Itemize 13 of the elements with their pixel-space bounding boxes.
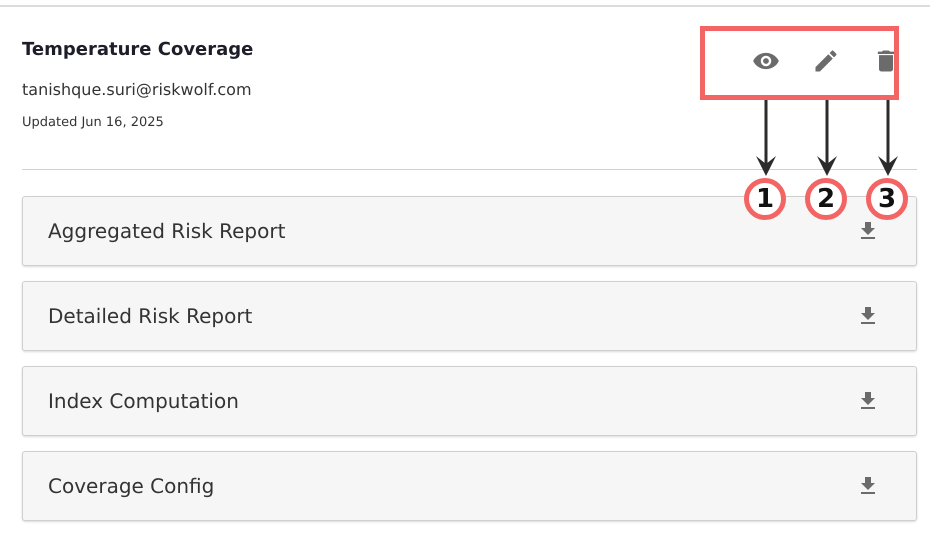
- callout-number: 2: [805, 178, 847, 220]
- report-row[interactable]: Detailed Risk Report: [22, 281, 917, 351]
- updated-date: Updated Jun 16, 2025: [22, 115, 165, 130]
- callout-number: 3: [866, 178, 908, 220]
- card-title: Temperature Coverage: [22, 39, 254, 60]
- report-name: Index Computation: [48, 389, 239, 413]
- report-name: Coverage Config: [48, 474, 214, 498]
- owner-email: tanishque.suri@riskwolf.com: [22, 80, 253, 99]
- report-row[interactable]: Coverage Config: [22, 451, 917, 521]
- report-name: Detailed Risk Report: [48, 304, 252, 328]
- report-row[interactable]: Index Computation: [22, 366, 917, 436]
- callout-number: 1: [744, 178, 786, 220]
- report-name: Aggregated Risk Report: [48, 219, 286, 243]
